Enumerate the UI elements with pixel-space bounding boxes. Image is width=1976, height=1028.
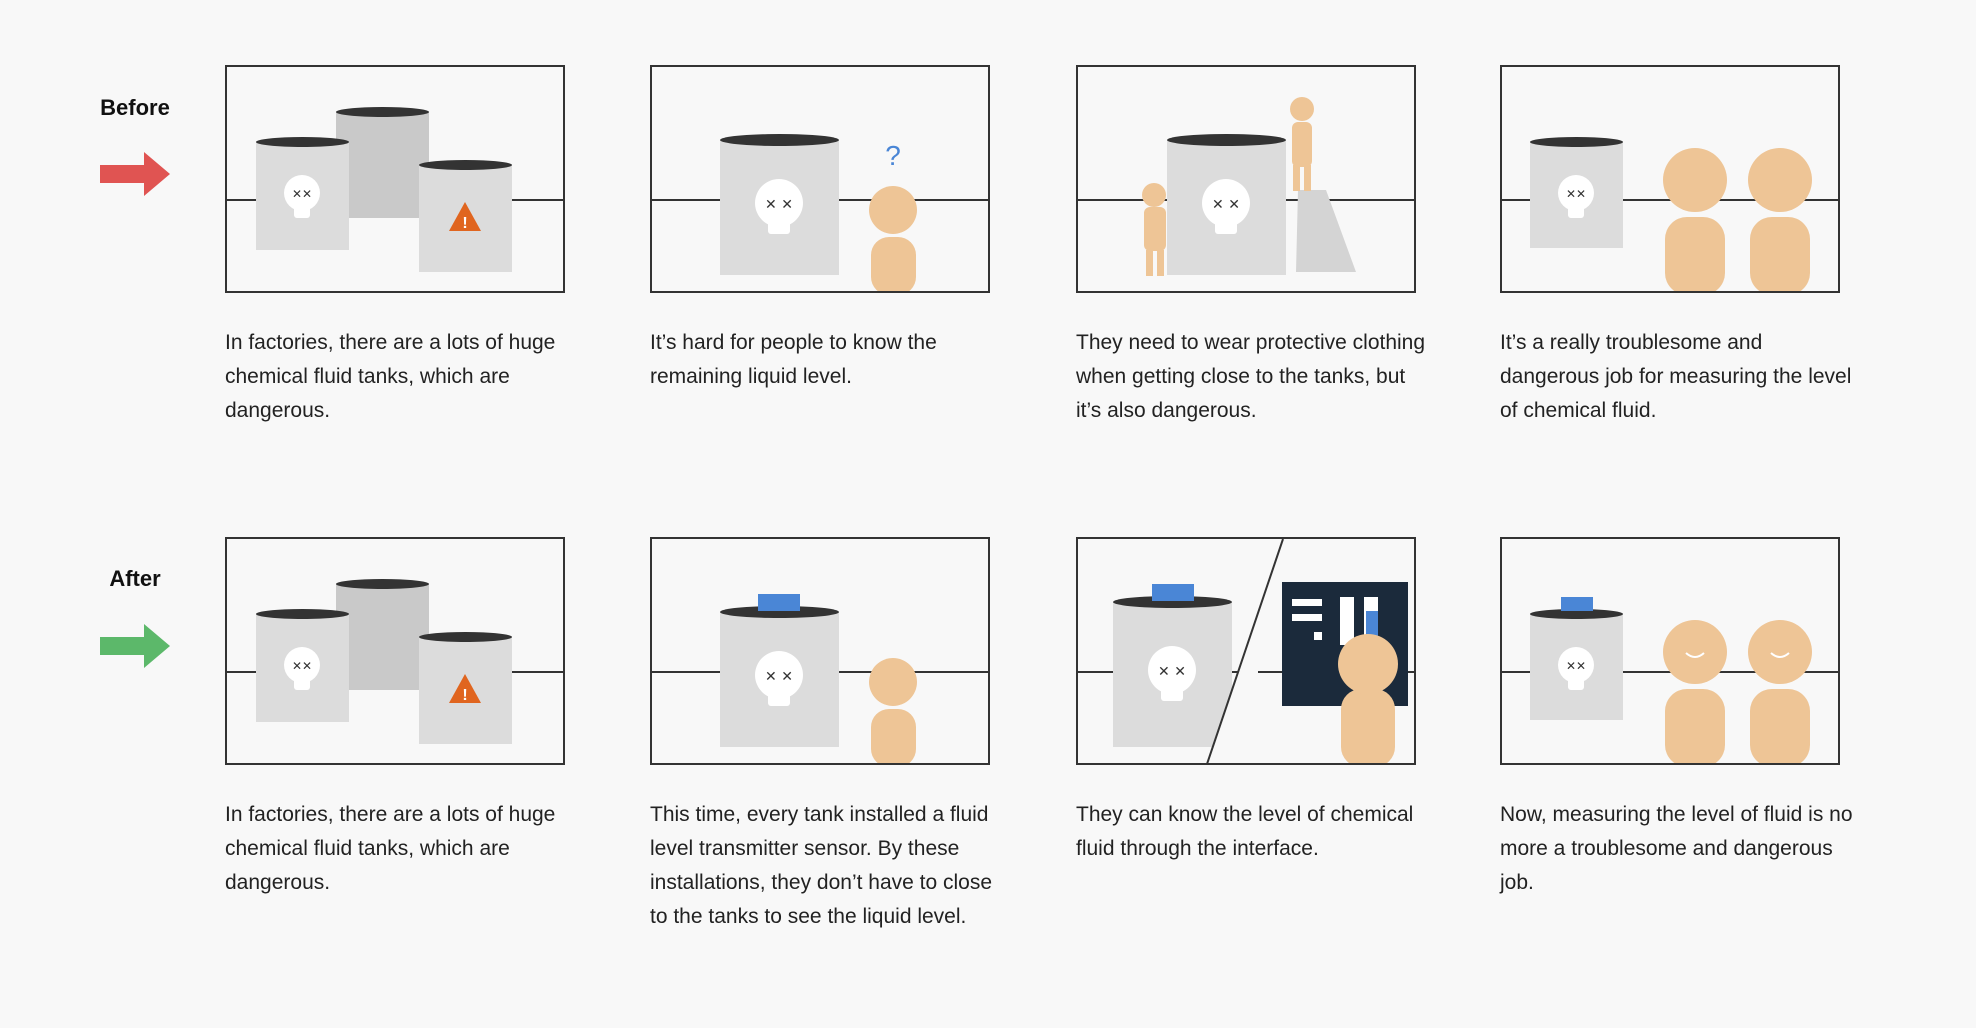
person-icon (869, 186, 917, 291)
sensor-icon (1152, 584, 1194, 601)
after-caption-2: This time, every tank installed a fluid … (650, 803, 993, 928)
after-panel-people: ✕✕ (1500, 537, 1840, 765)
svg-text:✕ ✕: ✕ ✕ (1212, 197, 1240, 213)
person-icon (1748, 620, 1812, 763)
svg-text:!: ! (462, 215, 467, 232)
person-icon (869, 658, 917, 763)
question-mark-icon: ? (885, 140, 901, 171)
person-icon (1748, 148, 1812, 291)
after-caption-4: Now, measuring the level of fluid is no … (1500, 803, 1853, 894)
svg-text:✕ ✕: ✕ ✕ (1158, 664, 1186, 680)
after-caption-3: They can know the level of chemical flui… (1076, 803, 1414, 860)
green-arrow-icon (100, 624, 170, 668)
before-label: Before (100, 95, 170, 120)
after-panel-tanks: ✕✕ ! (225, 537, 565, 765)
svg-text:✕ ✕: ✕ ✕ (765, 669, 793, 685)
svg-text:!: ! (462, 687, 467, 704)
svg-text:✕✕: ✕✕ (292, 187, 312, 201)
after-panel-interface: ✕ ✕ (1076, 537, 1416, 765)
svg-text:✕✕: ✕✕ (292, 659, 312, 673)
before-panel-protective: ✕ ✕ (1076, 65, 1416, 293)
after-label: After (109, 566, 161, 591)
person-icon (1663, 148, 1727, 291)
after-caption-1: In factories, there are a lots of huge c… (225, 803, 556, 894)
svg-text:✕✕: ✕✕ (1566, 187, 1586, 201)
worker-standing-icon (1290, 97, 1314, 191)
person-icon (1663, 620, 1727, 763)
person-icon (1338, 634, 1398, 763)
before-caption-1: In factories, there are a lots of huge c… (225, 331, 556, 422)
worker-small-icon (1142, 183, 1166, 276)
before-panel-people: ✕✕ (1500, 65, 1840, 293)
before-caption-3: They need to wear protective clothing wh… (1076, 331, 1426, 422)
before-caption-2: It’s hard for people to know the remaini… (650, 331, 937, 388)
before-caption-4: It’s a really troublesome and dangerous … (1500, 331, 1852, 422)
sensor-icon (1561, 597, 1593, 611)
red-arrow-icon (100, 152, 170, 196)
before-panel-tanks: ✕✕ ! (225, 65, 565, 293)
before-panel-question: ✕ ✕ ? (650, 65, 990, 293)
svg-text:✕✕: ✕✕ (1566, 659, 1586, 673)
sensor-icon (758, 594, 800, 611)
svg-text:✕ ✕: ✕ ✕ (765, 197, 793, 213)
after-panel-sensor: ✕ ✕ (650, 537, 990, 765)
